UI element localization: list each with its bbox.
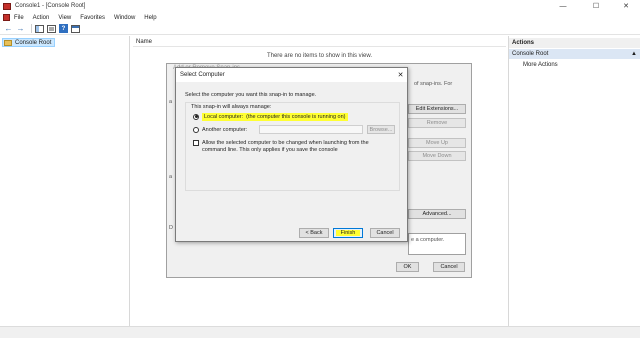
back-arrow-icon[interactable]: ← xyxy=(4,24,13,33)
edit-extensions-button[interactable]: Edit Extensions... xyxy=(408,104,466,114)
snapin-list-edge-2: a xyxy=(169,174,173,180)
menu-favorites[interactable]: Favorites xyxy=(80,15,105,21)
tree-item-label: Console Root xyxy=(15,39,52,46)
local-computer-text: Local computer: xyxy=(204,113,244,120)
close-icon[interactable]: ✕ xyxy=(396,70,405,79)
toolbar: ← → ? xyxy=(0,23,640,35)
menu-view[interactable]: View xyxy=(58,15,71,21)
close-window-button[interactable]: ✕ xyxy=(615,0,637,12)
back-button[interactable]: < Back xyxy=(299,228,329,238)
finish-button[interactable]: Finish xyxy=(333,228,363,238)
local-computer-radio[interactable] xyxy=(193,113,199,120)
move-down-button[interactable]: Move Down xyxy=(408,151,466,161)
maximize-button[interactable]: ☐ xyxy=(585,0,607,12)
move-up-button[interactable]: Move Up xyxy=(408,138,466,148)
window-title: Console1 - [Console Root] xyxy=(15,3,86,9)
select-computer-instruction: Select the computer you want this snap-i… xyxy=(185,92,317,98)
help-icon[interactable]: ? xyxy=(59,24,68,33)
allow-change-checkbox[interactable] xyxy=(193,140,199,146)
actions-title: Actions xyxy=(509,38,640,48)
status-bar xyxy=(0,326,640,338)
minimize-button[interactable]: — xyxy=(552,0,574,12)
properties-icon[interactable] xyxy=(71,24,80,33)
export-list-icon[interactable] xyxy=(47,24,56,33)
toolbar-separator xyxy=(31,24,32,33)
another-computer-label: Another computer: xyxy=(202,126,248,133)
scope-tree-pane: Console Root xyxy=(0,36,130,326)
forward-arrow-icon[interactable]: → xyxy=(16,24,25,33)
more-actions-item[interactable]: More Actions ▶ xyxy=(523,60,558,70)
mmc-app-icon xyxy=(3,2,11,10)
snapin-description-text: e a computer. xyxy=(411,237,445,243)
remove-button[interactable]: Remove xyxy=(408,118,466,128)
cancel-button[interactable]: Cancel xyxy=(370,228,400,238)
radio-selected-dot xyxy=(194,115,198,118)
manage-group-label: This snap-in will always manage: xyxy=(191,104,272,110)
column-header-name[interactable]: Name xyxy=(133,38,506,47)
snapin-list-edge: a xyxy=(169,99,173,105)
allow-change-label: Allow the selected computer to be change… xyxy=(202,140,369,153)
another-computer-option[interactable]: Another computer: xyxy=(193,125,247,134)
local-computer-note: (the computer this console is running on… xyxy=(246,113,346,120)
menu-bar: File Action View Favorites Window Help xyxy=(0,12,640,23)
snapin-cancel-button[interactable]: Cancel xyxy=(433,262,465,272)
manage-groupbox: This snap-in will always manage: Local c… xyxy=(185,102,400,191)
menu-file[interactable]: File xyxy=(14,15,24,21)
advanced-button[interactable]: Advanced... xyxy=(408,209,466,219)
actions-pane: Actions Console Root ▲ More Actions ▶ xyxy=(508,36,640,326)
select-computer-title: Select Computer xyxy=(180,72,225,78)
select-computer-title-bar: Select Computer ✕ xyxy=(176,68,407,82)
actions-section-label: Console Root xyxy=(512,51,549,57)
collapse-arrow-icon[interactable]: ▲ xyxy=(631,49,637,59)
empty-view-message: There are no items to show in this view. xyxy=(266,53,373,59)
select-computer-dialog: Select Computer ✕ Select the computer yo… xyxy=(175,67,408,242)
snapin-ok-button[interactable]: OK xyxy=(396,262,419,272)
snapin-dialog-intro-text: of snap-ins. For xyxy=(414,81,453,87)
tree-item-console-root[interactable]: Console Root xyxy=(2,38,56,47)
menu-action[interactable]: Action xyxy=(33,15,50,21)
show-hide-tree-icon[interactable] xyxy=(35,24,44,33)
finish-button-label: Finish xyxy=(335,230,361,236)
more-actions-label: More Actions xyxy=(523,62,558,68)
menu-window[interactable]: Window xyxy=(114,15,135,21)
snapin-desc-edge: D xyxy=(169,225,173,231)
another-computer-radio[interactable] xyxy=(193,126,199,133)
title-bar: Console1 - [Console Root] — ☐ ✕ xyxy=(0,0,640,12)
folder-icon xyxy=(4,39,12,46)
menu-help[interactable]: Help xyxy=(144,15,156,21)
local-computer-label: Local computer: (the computer this consol… xyxy=(202,112,348,121)
actions-section-console-root[interactable]: Console Root ▲ xyxy=(509,49,640,59)
allow-change-option[interactable]: Allow the selected computer to be change… xyxy=(193,140,392,154)
snapin-description-box: e a computer. xyxy=(408,233,466,255)
local-computer-option[interactable]: Local computer: (the computer this consol… xyxy=(193,112,348,121)
computer-name-input[interactable] xyxy=(259,125,363,134)
console-menu-icon[interactable] xyxy=(3,14,10,21)
browse-button[interactable]: Browse... xyxy=(367,125,395,134)
